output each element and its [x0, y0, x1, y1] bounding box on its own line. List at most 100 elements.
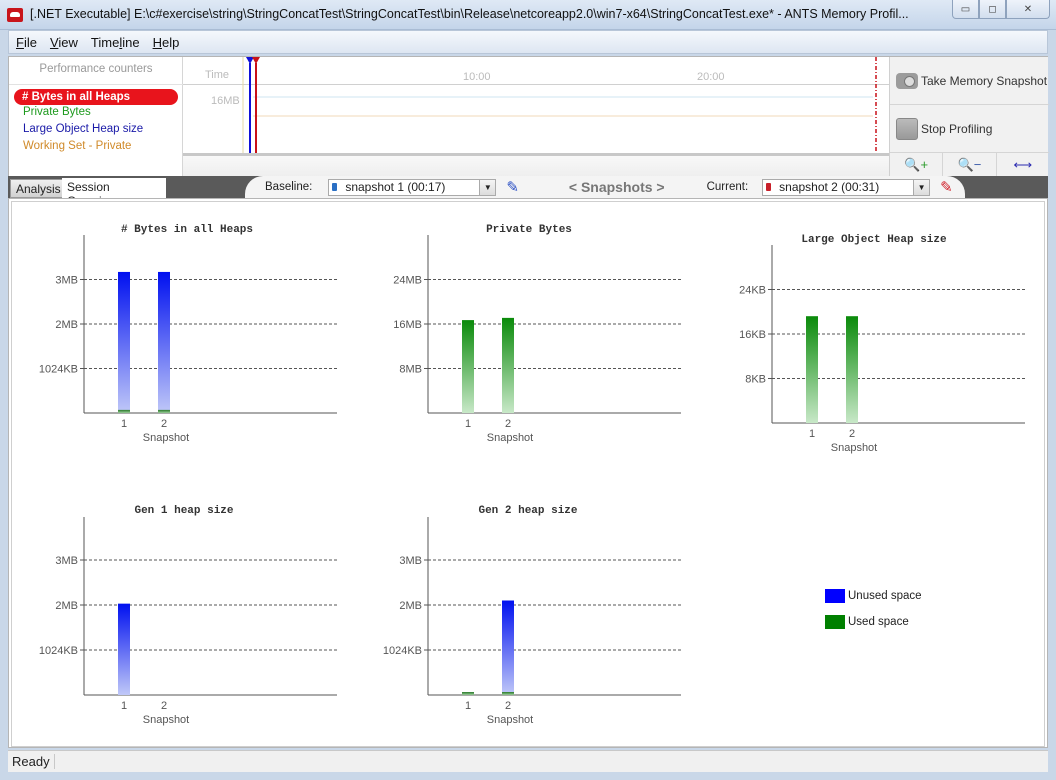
view-tab-bar: Analysis Session Overview Baseline: snap…: [8, 176, 1048, 208]
snapshots-navigator[interactable]: < Snapshots >: [569, 179, 665, 195]
bar-unused-space: [502, 600, 514, 695]
status-bar: Ready: [8, 750, 1048, 772]
bar-used-space: [806, 316, 818, 423]
bar-unused-space: [118, 271, 130, 413]
counters-divider: [9, 84, 183, 85]
window-controls: ▭ ◻ ✕: [952, 0, 1050, 20]
bar-used-space: [846, 316, 858, 423]
x-tick-label: 1: [465, 700, 471, 712]
menu-file[interactable]: File: [16, 35, 37, 50]
title-bar: [.NET Executable] E:\c#exercise\string\S…: [0, 0, 1056, 30]
y-tick-label: 24KB: [739, 285, 766, 297]
menu-timeline[interactable]: Timeline: [91, 35, 140, 50]
y-tick-label: 24MB: [393, 275, 422, 287]
tab-analysis[interactable]: Analysis: [10, 179, 67, 198]
counter-working-set-private[interactable]: Working Set - Private: [23, 140, 131, 152]
maximize-button[interactable]: ◻: [979, 0, 1006, 19]
menu-bar: File View Timeline Help: [8, 30, 1048, 54]
legend-label-unused: Unused space: [848, 590, 922, 602]
y-tick-label: 2MB: [399, 600, 422, 612]
window-title: [.NET Executable] E:\c#exercise\string\S…: [30, 7, 909, 21]
x-axis-label: Snapshot: [487, 432, 533, 444]
baseline-select[interactable]: snapshot 1 (00:17) ▼: [328, 178, 497, 196]
current-value: snapshot 2 (00:31): [779, 180, 880, 194]
y-tick-label: 8KB: [745, 374, 766, 386]
chevron-down-icon[interactable]: ▼: [913, 179, 930, 195]
menu-help-accel: H: [152, 34, 162, 50]
ants-app-icon: [7, 8, 23, 22]
current-snapshot-icon: [766, 183, 772, 191]
stop-profiling-button[interactable]: Stop Profiling: [890, 105, 1049, 153]
zoom-fit-icon: ⟷: [1013, 157, 1033, 172]
x-tick-label: 1: [809, 428, 815, 440]
timeline-graph[interactable]: Time 10:00 20:00 16MB: [183, 57, 889, 177]
chart-title: Gen 1 heap size: [134, 505, 233, 517]
current-select[interactable]: snapshot 2 (00:31) ▼: [762, 178, 931, 196]
y-tick-label: 8MB: [399, 364, 422, 376]
menu-timeline-pre: Time: [90, 34, 120, 50]
bar-used-space: [502, 317, 514, 413]
y-tick-label: 1024KB: [383, 645, 422, 657]
current-marker-handle: [252, 57, 260, 64]
counter-bytes-in-all-heaps[interactable]: # Bytes in all Heaps: [14, 89, 178, 105]
bar-used-space: [118, 409, 130, 413]
counter-large-object-heap[interactable]: Large Object Heap size: [23, 123, 143, 135]
legend-label-used: Used space: [848, 616, 909, 628]
y-tick-label: 1024KB: [39, 364, 78, 376]
bar-unused-space: [118, 603, 130, 695]
baseline-label: Baseline:: [265, 181, 313, 193]
zoom-fit-button[interactable]: ⟷: [997, 153, 1049, 177]
y-tick-label: 16KB: [739, 329, 766, 341]
performance-counters: Performance counters # Bytes in all Heap…: [9, 57, 183, 177]
x-tick-label: 2: [849, 428, 855, 440]
take-memory-snapshot-button[interactable]: Take Memory Snapshot: [890, 57, 1049, 105]
bar-used-space: [502, 692, 514, 695]
baseline-snapshot-icon: [332, 183, 338, 191]
counters-heading: Performance counters: [39, 63, 153, 75]
bar-used-space: [462, 320, 474, 413]
close-icon: ✕: [1023, 3, 1033, 15]
camera-icon: [896, 72, 918, 89]
legend-unused: Unused space: [825, 589, 922, 603]
y-tick-label: 3MB: [55, 555, 78, 567]
status-text: Ready: [12, 754, 55, 769]
y-tick-label: 16MB: [393, 319, 422, 331]
menu-view[interactable]: View: [50, 35, 78, 50]
counter-private-bytes[interactable]: Private Bytes: [23, 106, 91, 118]
zoom-out-button[interactable]: 🔍−: [943, 153, 997, 177]
chevron-down-icon[interactable]: ▼: [479, 179, 496, 195]
stop-profiling-label: Stop Profiling: [921, 121, 993, 136]
close-button[interactable]: ✕: [1006, 0, 1050, 19]
maximize-icon: ◻: [988, 3, 997, 15]
x-axis-label: Snapshot: [487, 714, 533, 726]
edit-current-pencil-icon[interactable]: ✎: [940, 178, 953, 196]
x-axis-label: Snapshot: [831, 442, 877, 454]
tab-session-overview[interactable]: Session Overview: [62, 178, 166, 208]
menu-file-label: ile: [23, 34, 37, 50]
y-tick-label: 2MB: [55, 319, 78, 331]
chart-title: Gen 2 heap size: [478, 505, 577, 517]
minimize-icon: ▭: [960, 3, 971, 15]
x-tick-label: 1: [121, 418, 127, 430]
chart-title: Private Bytes: [486, 224, 572, 236]
session-overview-content: # Bytes in all Heaps 1024KB 2MB 3MB 1 2 Snapsh…: [8, 198, 1048, 748]
legend-used: Used space: [825, 615, 922, 629]
menu-view-label: iew: [58, 34, 78, 50]
y-tick-label: 3MB: [399, 555, 422, 567]
y-tick-label: 2MB: [55, 600, 78, 612]
menu-help[interactable]: Help: [153, 35, 180, 50]
zoom-in-button[interactable]: 🔍+: [890, 153, 944, 177]
legend-swatch-used: [825, 615, 845, 629]
x-tick-label: 2: [161, 700, 167, 712]
take-snapshot-label: Take Memory Snapshot: [921, 73, 1048, 88]
chart-title: # Bytes in all Heaps: [121, 224, 253, 236]
minimize-button[interactable]: ▭: [952, 0, 979, 19]
timeline-scrollbar[interactable]: [183, 153, 889, 177]
edit-baseline-pencil-icon[interactable]: ✎: [506, 178, 519, 196]
bar-used-space: [158, 409, 170, 413]
chart-legend: Unused space Used space: [825, 589, 922, 641]
x-axis-label: Snapshot: [143, 714, 189, 726]
menu-help-label: elp: [161, 34, 180, 50]
y-tick-label: 1024KB: [39, 645, 78, 657]
menu-timeline-label: ine: [122, 34, 140, 50]
